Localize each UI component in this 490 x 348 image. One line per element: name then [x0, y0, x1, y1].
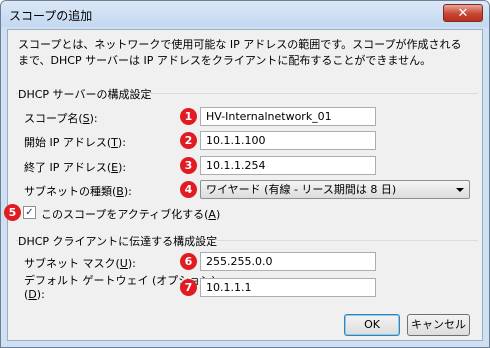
- close-button[interactable]: ✕: [443, 4, 483, 22]
- scope-name-field[interactable]: HV-Internalnetwork_01: [200, 107, 376, 126]
- start-ip-field[interactable]: 10.1.1.100: [200, 131, 376, 150]
- title-bar[interactable]: スコープの追加 ✕: [1, 1, 489, 27]
- end-ip-label: 終了 IP アドレス(E):: [24, 161, 127, 174]
- callout-badge-3: 3: [180, 157, 197, 174]
- subnet-type-label: サブネットの種類(B):: [24, 185, 132, 198]
- subnet-mask-field[interactable]: 255.255.0.0: [200, 252, 376, 271]
- callout-badge-1: 1: [180, 108, 197, 125]
- callout-badge-4: 4: [180, 181, 197, 198]
- subnet-type-value: ワイヤード (有線 - リース期間は 8 日): [206, 183, 397, 196]
- activate-scope-label[interactable]: このスコープをアクティブ化する(A): [41, 206, 220, 222]
- client-settings-heading: DHCP クライアントに伝達する構成設定: [18, 233, 218, 249]
- server-settings-heading: DHCP サーバーの構成設定: [18, 86, 152, 102]
- scope-description: スコープとは、ネットワークで使用可能な IP アドレスの範囲です。スコープが作成…: [18, 38, 462, 67]
- callout-badge-5: 5: [4, 204, 21, 221]
- scope-name-label: スコープ名(S):: [24, 112, 98, 125]
- start-ip-label: 開始 IP アドレス(T):: [24, 136, 126, 149]
- cancel-button[interactable]: キャンセル: [407, 314, 470, 336]
- activate-scope-checkbox[interactable]: ✓: [23, 206, 36, 219]
- subnet-mask-label: サブネット マスク(U):: [24, 257, 136, 270]
- subnet-type-dropdown[interactable]: ワイヤード (有線 - リース期間は 8 日): [200, 180, 470, 199]
- end-ip-field[interactable]: 10.1.1.254: [200, 156, 376, 175]
- callout-badge-6: 6: [180, 253, 197, 270]
- close-icon: ✕: [457, 6, 469, 21]
- ok-button[interactable]: OK: [344, 314, 400, 336]
- gateway-field[interactable]: 10.1.1.1: [200, 278, 376, 297]
- dialog-body: スコープとは、ネットワークで使用可能な IP アドレスの範囲です。スコープが作成…: [4, 29, 483, 341]
- chevron-down-icon: [456, 188, 464, 192]
- dialog-window: スコープの追加 ✕ スコープとは、ネットワークで使用可能な IP アドレスの範囲…: [0, 0, 490, 348]
- dialog-title: スコープの追加: [9, 9, 93, 23]
- callout-badge-2: 2: [180, 132, 197, 149]
- callout-badge-7: 7: [180, 279, 197, 296]
